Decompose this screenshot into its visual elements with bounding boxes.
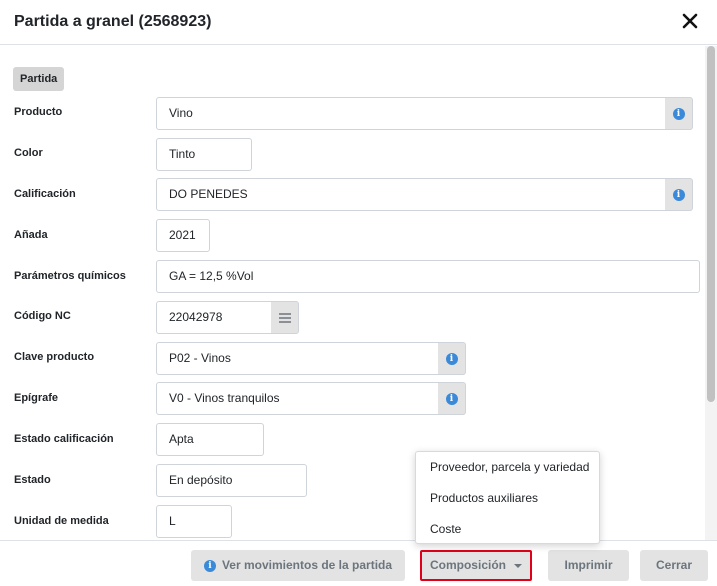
composicion-button[interactable]: Composición [420,550,532,581]
anada-label: Añada [14,229,48,241]
calificacion-label: Calificación [14,188,76,200]
menu-item-productos-auxiliares[interactable]: Productos auxiliares [430,491,538,505]
ver-movimientos-label: Ver movimientos de la partida [221,558,393,572]
parametros-field[interactable]: GA = 12,5 %Vol [156,260,700,293]
dialog-body: Partida Producto Vino i Color Tinto Cali… [0,46,706,540]
producto-field[interactable]: Vino [156,97,666,130]
color-label: Color [14,147,43,159]
info-icon: i [203,559,216,572]
section-badge: Partida [13,67,65,91]
unidad-medida-field[interactable]: L [156,505,232,538]
ver-movimientos-button[interactable]: i Ver movimientos de la partida [191,550,405,581]
cerrar-button[interactable]: Cerrar [640,550,708,581]
producto-label: Producto [14,106,63,118]
body-scrollbar[interactable] [705,46,717,540]
info-icon: i [445,352,458,365]
epigrafe-label: Epígrafe [14,392,59,404]
info-icon: i [445,392,458,405]
unidad-medida-label: Unidad de medida [14,515,109,527]
close-icon[interactable] [681,11,699,31]
estado-calificacion-field[interactable]: Apta [156,423,264,456]
menu-item-proveedor[interactable]: Proveedor, parcela y variedad [430,460,589,474]
parametros-label: Parámetros químicos [14,270,126,282]
info-icon: i [672,188,685,201]
menu-item-coste[interactable]: Coste [430,522,461,536]
calificacion-field[interactable]: DO PENEDES [156,178,666,211]
estado-field[interactable]: En depósito [156,464,307,497]
clave-producto-field[interactable]: P02 - Vinos [156,342,439,375]
epigrafe-info-button[interactable]: i [438,382,466,415]
anada-field[interactable]: 2021 [156,219,210,252]
dialog-header: Partida a granel (2568923) [0,0,717,45]
epigrafe-field[interactable]: V0 - Vinos tranquilos [156,382,439,415]
producto-info-button[interactable]: i [665,97,693,130]
dialog-footer: i Ver movimientos de la partida Composic… [0,540,717,586]
estado-label: Estado [14,474,51,486]
info-icon: i [672,107,685,120]
codigo-nc-field[interactable]: 22042978 [156,301,272,334]
scrollbar-thumb[interactable] [707,46,715,402]
imprimir-button[interactable]: Imprimir [548,550,629,581]
estado-calificacion-label: Estado calificación [14,433,114,445]
composicion-label: Composición [429,558,506,572]
caret-down-icon [514,563,522,568]
list-icon [278,312,291,323]
color-field[interactable]: Tinto [156,138,252,171]
clave-producto-label: Clave producto [14,351,95,363]
clave-producto-info-button[interactable]: i [438,342,466,375]
dialog-title: Partida a granel (2568923) [14,13,212,30]
codigo-nc-list-button[interactable] [271,301,299,334]
composicion-menu: Proveedor, parcela y variedad Productos … [415,451,600,544]
codigo-nc-label: Código NC [14,310,71,322]
calificacion-info-button[interactable]: i [665,178,693,211]
